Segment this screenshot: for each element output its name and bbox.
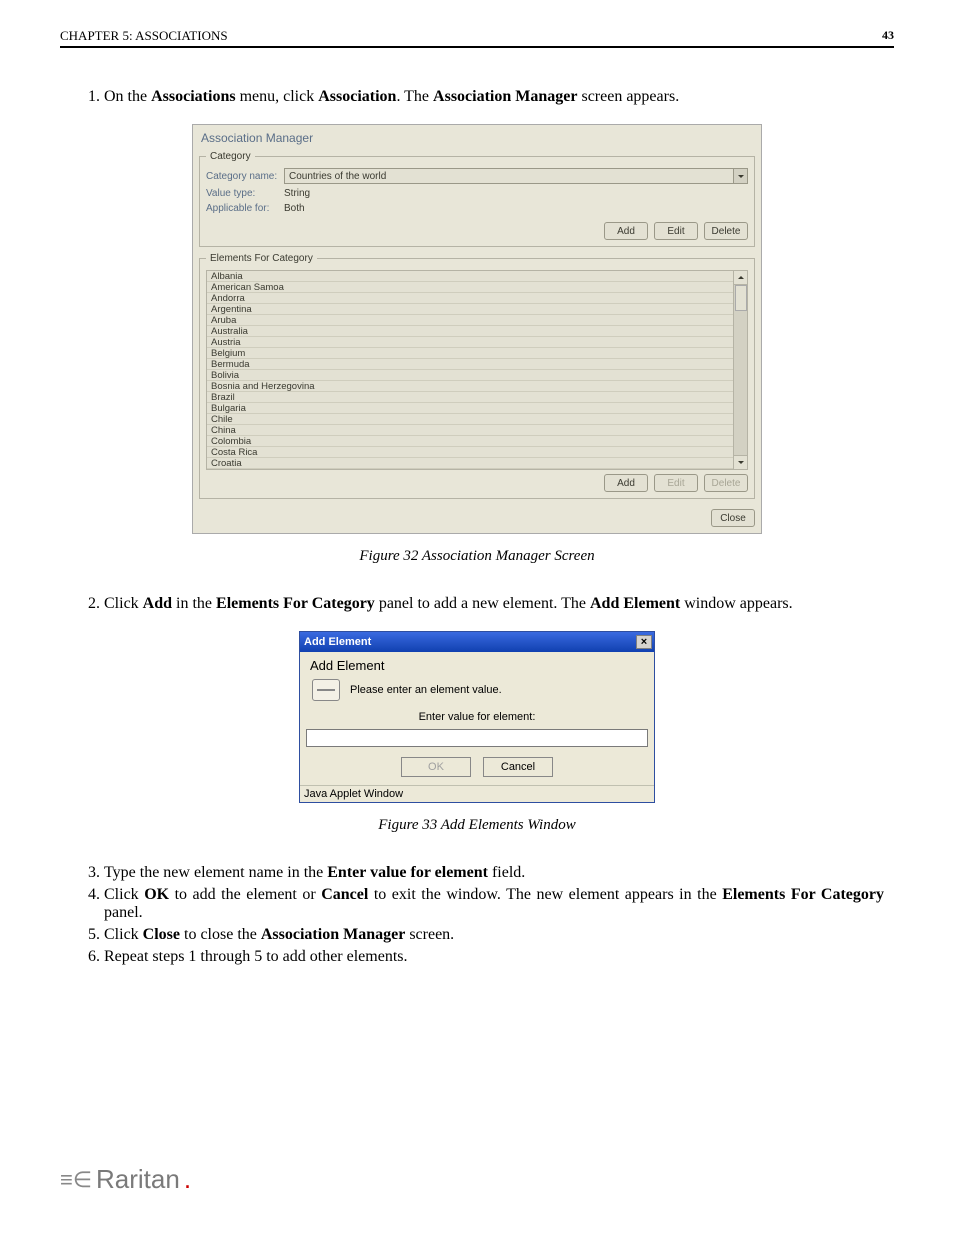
header-page-number: 43: [882, 28, 894, 44]
step-4: Click OK to add the element or Cancel to…: [104, 886, 884, 922]
scroll-down-icon[interactable]: [734, 455, 748, 469]
ae-subtitle: Add Element: [306, 656, 648, 679]
step-5: Click Close to close the Association Man…: [104, 926, 884, 944]
list-item[interactable]: Australia: [207, 326, 747, 337]
category-edit-button[interactable]: Edit: [654, 222, 698, 240]
ae-prompt: Enter value for element:: [306, 711, 648, 729]
value-type-label: Value type:: [206, 188, 284, 199]
category-delete-button[interactable]: Delete: [704, 222, 748, 240]
brand-icon: ≡∈: [60, 1169, 92, 1191]
figure-33-caption: Figure 33 Add Elements Window: [70, 817, 884, 834]
figure-32-caption: Figure 32 Association Manager Screen: [70, 548, 884, 565]
list-item[interactable]: China: [207, 425, 747, 436]
close-icon[interactable]: ×: [636, 635, 652, 649]
list-item[interactable]: Brazil: [207, 392, 747, 403]
list-item[interactable]: Chile: [207, 414, 747, 425]
elements-group: Elements For Category AlbaniaAmerican Sa…: [199, 253, 755, 499]
step-1: On the Associations menu, click Associat…: [104, 88, 884, 106]
scroll-thumb[interactable]: [735, 285, 747, 311]
ae-status: Java Applet Window: [300, 785, 654, 802]
list-item[interactable]: American Samoa: [207, 282, 747, 293]
list-item[interactable]: Costa Rica: [207, 447, 747, 458]
elements-delete-button[interactable]: Delete: [704, 474, 748, 492]
value-type-value: String: [284, 188, 310, 199]
step-2: Click Add in the Elements For Category p…: [104, 595, 884, 613]
brand-text: Raritan: [96, 1164, 180, 1195]
list-item[interactable]: Bermuda: [207, 359, 747, 370]
list-item[interactable]: Bulgaria: [207, 403, 747, 414]
scroll-up-icon[interactable]: [734, 271, 748, 285]
applicable-for-label: Applicable for:: [206, 203, 284, 214]
list-item[interactable]: Austria: [207, 337, 747, 348]
am-title: Association Manager: [199, 131, 755, 151]
ae-titlebar: Add Element ×: [300, 632, 654, 652]
list-item[interactable]: Colombia: [207, 436, 747, 447]
list-item[interactable]: Argentina: [207, 304, 747, 315]
list-item[interactable]: Aruba: [207, 315, 747, 326]
list-item[interactable]: Albania: [207, 271, 747, 282]
list-item[interactable]: Cuba: [207, 469, 747, 470]
step-3: Type the new element name in the Enter v…: [104, 864, 884, 882]
category-name-label: Category name:: [206, 171, 284, 182]
cancel-button[interactable]: Cancel: [483, 757, 553, 777]
ok-button[interactable]: OK: [401, 757, 471, 777]
category-group: Category Category name: Countries of the…: [199, 151, 755, 247]
page-header: CHAPTER 5: ASSOCIATIONS 43: [60, 28, 894, 48]
list-item[interactable]: Belgium: [207, 348, 747, 359]
add-element-window: Add Element × Add Element Please enter a…: [299, 631, 655, 803]
list-item[interactable]: Andorra: [207, 293, 747, 304]
ae-title: Add Element: [304, 636, 371, 648]
close-button[interactable]: Close: [711, 509, 755, 527]
chevron-down-icon[interactable]: [733, 169, 747, 183]
list-item[interactable]: Croatia: [207, 458, 747, 469]
elements-edit-button[interactable]: Edit: [654, 474, 698, 492]
elements-list[interactable]: AlbaniaAmerican SamoaAndorraArgentinaAru…: [206, 270, 748, 470]
elements-add-button[interactable]: Add: [604, 474, 648, 492]
scrollbar[interactable]: [733, 271, 747, 469]
step-6: Repeat steps 1 through 5 to add other el…: [104, 948, 884, 966]
association-manager-window: Association Manager Category Category na…: [192, 124, 762, 534]
category-name-select[interactable]: Countries of the world: [284, 168, 748, 184]
ae-message: Please enter an element value.: [350, 684, 502, 696]
header-chapter: CHAPTER 5: ASSOCIATIONS: [60, 28, 228, 44]
category-add-button[interactable]: Add: [604, 222, 648, 240]
list-item[interactable]: Bolivia: [207, 370, 747, 381]
brand-logo: ≡∈ Raritan.: [60, 1164, 191, 1195]
applicable-for-value: Both: [284, 203, 305, 214]
list-item[interactable]: Bosnia and Herzegovina: [207, 381, 747, 392]
element-value-input[interactable]: [306, 729, 648, 747]
dialog-icon: [312, 679, 340, 701]
category-legend: Category: [206, 151, 255, 162]
elements-legend: Elements For Category: [206, 253, 317, 264]
